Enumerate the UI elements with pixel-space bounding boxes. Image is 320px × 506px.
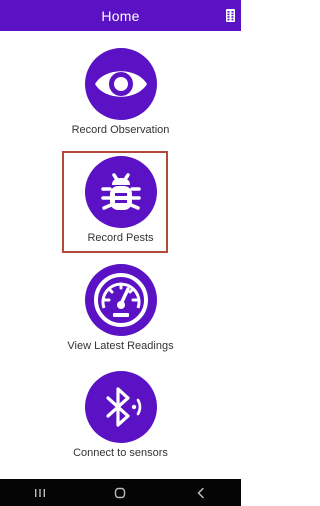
connect-to-sensors-label: Connect to sensors [73, 447, 168, 459]
record-pests-label: Record Pests [87, 232, 154, 244]
bluetooth-icon [84, 371, 157, 443]
recent-apps-icon[interactable] [25, 479, 55, 506]
record-observation-label: Record Observation [71, 124, 170, 136]
view-latest-readings-label: View Latest Readings [67, 340, 174, 352]
back-icon[interactable] [186, 479, 216, 506]
connect-to-sensors-button[interactable]: Connect to sensors [0, 371, 241, 459]
system-nav-bar [0, 479, 241, 506]
gauge-icon [84, 264, 157, 336]
view-latest-readings-button[interactable]: View Latest Readings [0, 264, 241, 352]
app-bar: Home [0, 0, 241, 31]
eye-icon [84, 48, 157, 120]
record-pests-button[interactable]: Record Pests [0, 156, 241, 244]
home-icon[interactable] [105, 479, 135, 506]
record-observation-button[interactable]: Record Observation [0, 48, 241, 136]
bug-icon [84, 156, 157, 228]
dot-grid-menu-icon[interactable] [225, 8, 235, 23]
page-title: Home [101, 7, 140, 24]
